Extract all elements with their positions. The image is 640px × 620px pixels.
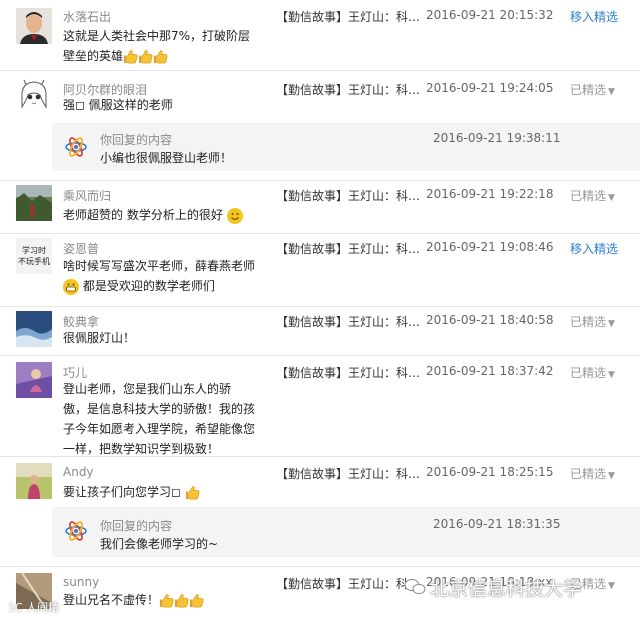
comment-row: 阿贝尔群的眼泪 强◻ 佩服这样的老师 【勤信故事】王灯山：科… 2016-09-… (0, 71, 640, 123)
avatar[interactable] (16, 463, 52, 499)
thumbs-up-icon (185, 485, 200, 500)
comment-time: 2016-09-21 18:40:58 (426, 313, 554, 327)
comment-content: 老师超赞的 数学分析上的很好 (63, 205, 253, 225)
reply-label: 你回复的内容 (100, 133, 173, 147)
caret-down-icon: ▼ (608, 471, 615, 481)
reply-time: 2016-09-21 18:31:35 (433, 517, 561, 531)
comment-time: 2016-09-21 19:24:05 (426, 81, 554, 95)
comment-author[interactable]: 水落石出 (63, 8, 111, 25)
reply-box: 你回复的内容 我们会像老师学习的~ 2016-09-21 18:31:35 (52, 507, 640, 557)
article-link[interactable]: 【勤信故事】王灯山：科… (276, 187, 420, 204)
thumbs-up-icon (174, 593, 189, 608)
official-account-logo-icon (65, 137, 87, 157)
comment-author[interactable]: Andy (63, 465, 94, 479)
thumbs-up-icon (138, 49, 153, 64)
caret-down-icon: ▼ (608, 87, 615, 97)
move-to-featured-button[interactable]: 移入精选 (570, 8, 618, 25)
article-link[interactable]: 【勤信故事】王灯山：科… (276, 8, 420, 25)
reply-box: 你回复的内容 小编也很佩服登山老师！ 2016-09-21 19:38:11 (52, 123, 640, 171)
avatar-text: 学习时 (22, 246, 46, 255)
comment-row: 水落石出 这就是人类社会中那7%，打破阶层 壁垒的英雄 【勤信故事】王灯山：科…… (0, 0, 640, 70)
comment-time: 2016-09-21 20:15:32 (426, 8, 554, 22)
wechat-watermark-icon (404, 579, 426, 595)
watermark-text: 北京信息科技大学 (430, 578, 583, 600)
comment-author[interactable]: 姿恩普 (63, 240, 99, 257)
comment-content: 登山兄名不虚传！ (63, 590, 253, 610)
caret-down-icon: ▼ (608, 581, 615, 591)
comment-content: 强◻ 佩服这样的老师 (63, 98, 173, 112)
avatar[interactable] (16, 8, 52, 44)
thumbs-up-icon (153, 49, 168, 64)
smile-emoji-icon (226, 207, 243, 224)
reply-content: 我们会像老师学习的~ (100, 537, 219, 551)
avatar[interactable] (16, 185, 52, 221)
reply-time: 2016-09-21 19:38:11 (433, 131, 561, 145)
article-link[interactable]: 【勤信故事】王灯山：科… (276, 240, 420, 257)
comment-content: 登山老师，您是我们山东人的骄 傲，是信息科技大学的骄傲！我的孩 子今年如愿考入理… (63, 382, 256, 456)
featured-status-dropdown[interactable]: 已精选 ▼ (570, 313, 615, 330)
comment-row: 乘风而归 老师超赞的 数学分析上的很好 【勤信故事】王灯山：科… 2016-09… (0, 181, 640, 233)
avatar[interactable] (16, 362, 52, 398)
article-link[interactable]: 【勤信故事】王灯山：科… (276, 364, 420, 381)
comment-row: 学习时 不玩手机 姿恩普 啥时候写写盛次平老师，薛春燕老师 都是受欢迎的数学老师… (0, 234, 640, 306)
comment-author[interactable]: sunny (63, 575, 99, 589)
comment-content: 啥时候写写盛次平老师，薛春燕老师 都是受欢迎的数学老师们 (63, 259, 256, 295)
thumbs-up-icon (123, 49, 138, 64)
avatar[interactable] (16, 77, 52, 113)
reply-content: 小编也很佩服登山老师！ (100, 151, 233, 165)
comment-content: 要让孩子们向您学习◻ (63, 482, 253, 502)
comment-author[interactable]: 乘风而归 (63, 187, 111, 204)
grin-emoji-icon (63, 278, 79, 295)
article-link[interactable]: 【勤信故事】王灯山：科… (276, 313, 420, 330)
comment-content: 很佩服灯山！ (63, 331, 136, 345)
avatar[interactable]: 学习时 不玩手机 (16, 238, 52, 274)
reply-label: 你回复的内容 (100, 519, 173, 533)
article-link[interactable]: 【勤信故事】王灯山：科… (276, 465, 420, 482)
caret-down-icon: ▼ (608, 193, 615, 203)
caret-down-icon: ▼ (608, 370, 615, 380)
article-link[interactable]: 【勤信故事】王灯山：科… (276, 575, 420, 592)
comment-content: 这就是人类社会中那7%，打破阶层 壁垒的英雄 (63, 29, 251, 64)
article-link[interactable]: 【勤信故事】王灯山：科… (276, 81, 420, 98)
thumbs-up-icon (159, 593, 174, 608)
official-account-logo-icon (65, 521, 87, 541)
thumbs-up-icon (189, 593, 204, 608)
caret-down-icon: ▼ (608, 319, 615, 329)
featured-status-dropdown[interactable]: 已精选 ▼ (570, 364, 615, 381)
avatar-text: 不玩手机 (18, 257, 50, 266)
comment-row: Andy 要让孩子们向您学习◻ 【勤信故事】王灯山：科… 2016-09-21 … (0, 457, 640, 507)
featured-status-dropdown[interactable]: 已精选 ▼ (570, 81, 615, 98)
comment-time: 2016-09-21 19:22:18 (426, 187, 554, 201)
comment-time: 2016-09-21 18:37:42 (426, 364, 554, 378)
avatar[interactable] (16, 311, 52, 347)
featured-status-dropdown[interactable]: 已精选 ▼ (570, 465, 615, 482)
watermark-left: 1C 人间精 (8, 601, 60, 614)
comment-time: 2016-09-21 19:08:46 (426, 240, 554, 254)
move-to-featured-button[interactable]: 移入精选 (570, 240, 618, 257)
featured-status-dropdown[interactable]: 已精选 ▼ (570, 187, 615, 204)
comment-row: 巧儿 登山老师，您是我们山东人的骄 傲，是信息科技大学的骄傲！我的孩 子今年如愿… (0, 356, 640, 456)
comment-row: 鲛典拿 很佩服灯山！ 【勤信故事】王灯山：科… 2016-09-21 18:40… (0, 307, 640, 355)
comment-time: 2016-09-21 18:25:15 (426, 465, 554, 479)
